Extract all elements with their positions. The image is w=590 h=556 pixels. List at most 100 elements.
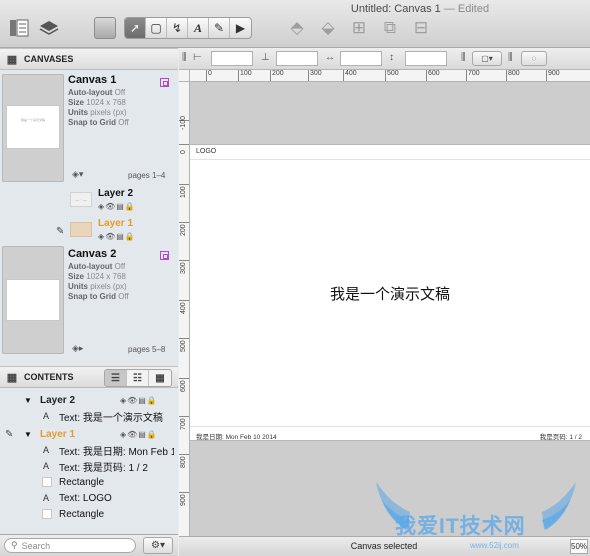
x-field[interactable] (211, 51, 253, 66)
gear-menu-button[interactable]: ⚙▾ (143, 537, 173, 554)
layers-toggle-icon[interactable]: ◈▸ (72, 343, 83, 354)
meta-key: Size (68, 272, 85, 281)
layer-row-2[interactable]: — · — Layer 2 ◈👁▤🔒 (0, 188, 178, 218)
watermark-right-wing-icon (542, 482, 576, 530)
ruler-label: 300 (310, 70, 322, 77)
layers-icon[interactable] (36, 15, 62, 41)
text-tool-icon[interactable]: A (188, 18, 209, 38)
ruler-label: 400 (345, 70, 357, 77)
separator-icon: ⫼ (461, 52, 466, 63)
edited-indicator: — Edited (443, 3, 490, 15)
canvas-thumbnail-2 (2, 246, 64, 354)
meta-key: Units (68, 282, 88, 291)
sidebar: ▦ CANVASES 我是一个演示文稿 Canvas 1 Auto-layout… (0, 48, 178, 556)
layer-visibility-icons[interactable]: ◈👁▤🔒 (98, 232, 136, 241)
browse-tool-icon[interactable]: ▶ (230, 18, 251, 38)
document-title[interactable]: 我是一个演示文稿 (190, 283, 590, 304)
ruler-label: -100 (180, 115, 187, 130)
disclosure-triangle-icon[interactable]: ▼ (24, 396, 32, 405)
toolbar: Untitled: Canvas 1 — Edited ➚ ▢ ↯ A ✎ ▶ … (0, 0, 590, 48)
tree-item-label: Text: 我是页码: 1 / 2 (59, 462, 148, 474)
ruler-label: 900 (180, 494, 187, 506)
text-object-icon: A (43, 493, 50, 503)
meta-key: Size (68, 98, 85, 107)
ungroup-icon[interactable]: ⧉ (377, 15, 403, 41)
watermark-url: www.52ij.com (470, 541, 519, 550)
bring-forward-icon[interactable]: ⬘ (284, 15, 310, 41)
layer-visibility-icons[interactable]: ◈👁▤🔒 (120, 430, 158, 439)
grid-view-icon[interactable]: ▦ (149, 370, 171, 386)
ruler-corner (179, 70, 190, 82)
canvas-item-1[interactable]: 我是一个演示文稿 Canvas 1 Auto-layout Off Size 1… (0, 70, 178, 182)
meta-value: Off (114, 88, 126, 97)
x-position-icon: ⊢ (193, 52, 202, 63)
separator-icon: ⫼ (508, 52, 513, 63)
tree-item-label: Rectangle (59, 508, 105, 520)
width-field[interactable] (340, 51, 382, 66)
tree-item[interactable]: A Text: 我是日期: Mon Feb 10 2014 (0, 442, 178, 458)
layer-visibility-icons[interactable]: ◈👁▤🔒 (120, 396, 158, 405)
meta-value: Off (114, 262, 126, 271)
tree-layer-2[interactable]: ▼ Layer 2 ◈👁▤🔒 (0, 392, 178, 408)
shape-popup[interactable]: ◌ (521, 51, 547, 66)
canvas-name: Canvas 1 (68, 74, 117, 86)
text-object-icon: A (43, 445, 50, 455)
document-date[interactable]: 我是日期: Mon Feb 10 2014 (196, 431, 277, 441)
y-field[interactable] (276, 51, 318, 66)
outline-view-icon[interactable]: ☷ (127, 370, 149, 386)
disclosure-triangle-icon[interactable]: ▼ (24, 430, 32, 439)
tree-item-label: Rectangle (59, 476, 105, 488)
contents-header-label: CONTENTS (24, 372, 74, 382)
window-title-text: Untitled: Canvas 1 (350, 3, 441, 15)
canvas-mark (160, 251, 169, 260)
ruler-label: 0 (208, 70, 212, 77)
canvases-list: 我是一个演示文稿 Canvas 1 Auto-layout Off Size 1… (0, 70, 178, 366)
search-input[interactable]: ⚲ Search (4, 538, 136, 553)
align-icon[interactable]: ⊟ (408, 15, 434, 41)
meta-key: Snap to Grid (68, 118, 116, 127)
selection-tool-icon[interactable]: ➚ (125, 18, 146, 38)
tree-item[interactable]: Rectangle (0, 474, 178, 490)
tree-layer-1[interactable]: ✎ ▼ Layer 1 ◈👁▤🔒 (0, 426, 178, 442)
tree-item[interactable]: A Text: 我是页码: 1 / 2 (0, 458, 178, 474)
meta-value: pixels (px) (90, 282, 127, 291)
stroke-popup[interactable]: ▢▾ (472, 51, 502, 66)
logo-text[interactable]: LOGO (196, 148, 216, 155)
send-backward-icon[interactable]: ⬙ (315, 15, 341, 41)
meta-value: Off (118, 118, 129, 127)
line-tool-icon[interactable]: ↯ (167, 18, 188, 38)
ruler-tick (179, 300, 189, 301)
tree-item-label: Text: LOGO (59, 492, 112, 504)
tree-item[interactable]: A Text: LOGO (0, 490, 178, 506)
ruler-label: 400 (180, 302, 187, 314)
zoom-field[interactable]: 50% (570, 539, 588, 554)
tree-item[interactable]: A Text: 我是一个演示文稿 (0, 408, 178, 424)
document-page[interactable]: LOGO 我是一个演示文稿 我是日期: Mon Feb 10 2014 我是页码… (190, 144, 590, 441)
document-page-number[interactable]: 我是页码: 1 / 2 (540, 431, 582, 441)
shape-tool-icon[interactable]: ▢ (146, 18, 167, 38)
meta-value: 1024 x 768 (86, 272, 126, 281)
layer-row-1[interactable]: ✎ Layer 1 ◈👁▤🔒 (0, 218, 178, 248)
height-icon: ↕ (389, 52, 394, 63)
thumb-text: 我是一个演示文稿 (20, 118, 45, 122)
layer-thumb-text: — · — (75, 197, 87, 202)
pen-tool-icon[interactable]: ✎ (209, 18, 230, 38)
ruler-tick (179, 416, 189, 417)
canvases-list-icon[interactable] (6, 15, 32, 41)
canvas-thumbnail-page (6, 279, 60, 321)
logo-divider (190, 159, 590, 160)
tree-item-label: Text: 我是一个演示文稿 (59, 412, 163, 424)
window-title: Untitled: Canvas 1 — Edited (0, 3, 590, 15)
tree-item[interactable]: Rectangle (0, 506, 178, 522)
canvas-item-2[interactable]: Canvas 2 Auto-layout Off Size 1024 x 768… (0, 246, 178, 358)
tree-layer-name: Layer 2 (40, 394, 76, 406)
inspector-toggle-icon[interactable]: ⫼ (182, 52, 187, 63)
group-icon[interactable]: ⊞ (346, 15, 372, 41)
ruler-label: 100 (180, 186, 187, 198)
layer-visibility-icons[interactable]: ◈👁▤🔒 (98, 202, 136, 211)
meta-value: pixels (px) (90, 108, 127, 117)
layers-toggle-icon[interactable]: ◈▾ (72, 169, 83, 180)
list-view-icon[interactable]: ☰ (105, 370, 127, 386)
style-brush-icon[interactable] (94, 17, 116, 39)
height-field[interactable] (405, 51, 447, 66)
